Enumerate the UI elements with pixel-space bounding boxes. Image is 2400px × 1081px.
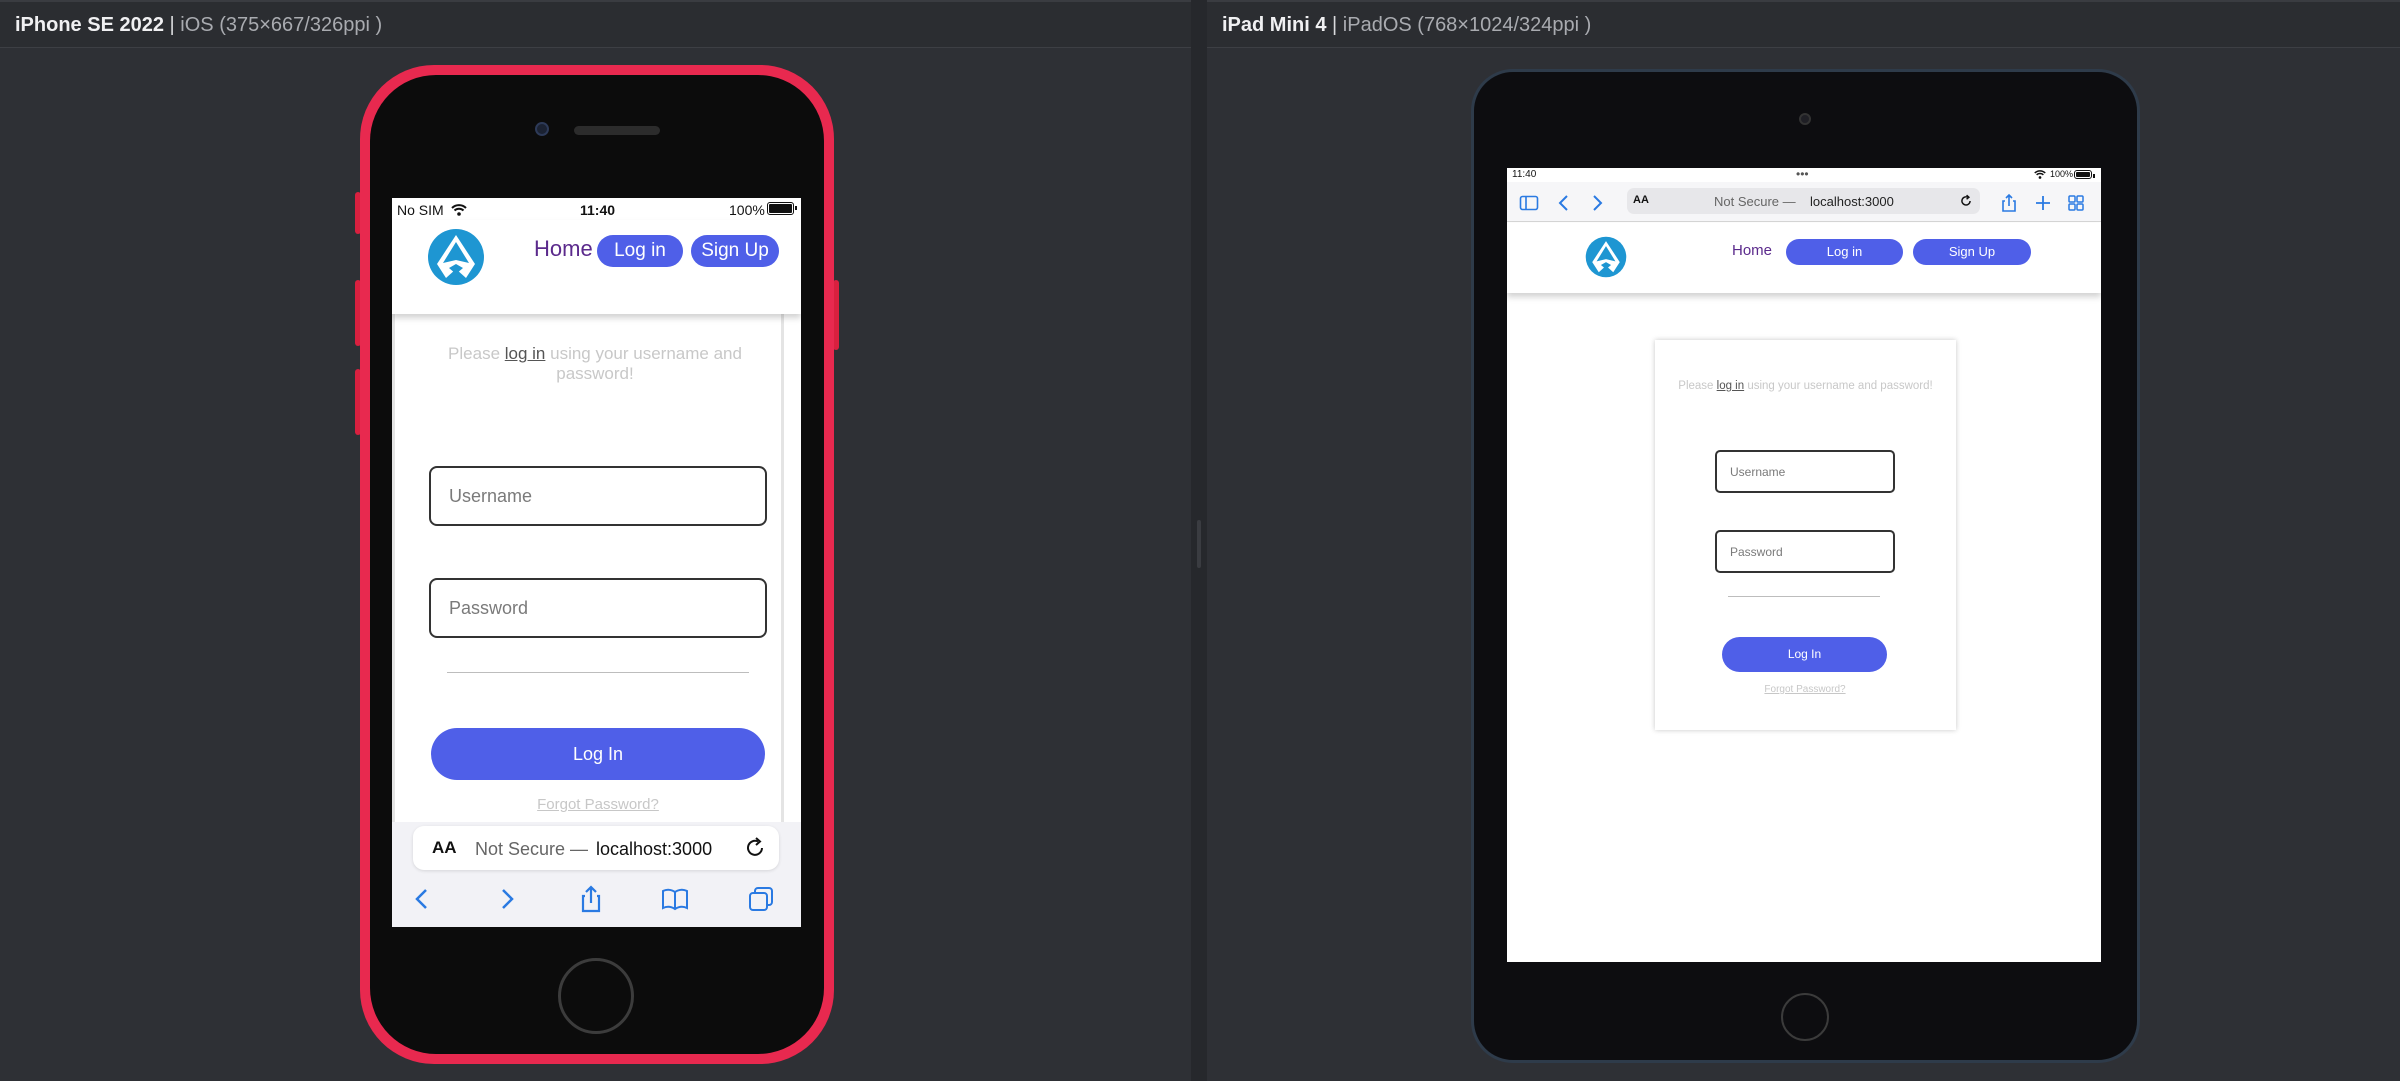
password-field[interactable] [1715,530,1895,573]
login-link[interactable]: log in [505,344,546,363]
share-icon[interactable] [1999,193,2019,213]
device-spec: iOS (375×667/326ppi ) [180,14,383,36]
device-name: iPad Mini 4 [1222,14,1327,36]
front-camera-icon [535,122,549,136]
iphone-panel-title: iPhone SE 2022 | iOS (375×667/326ppi ) [15,14,382,37]
iphone-screen: No SIM 11:40 100% Home Log in Sign Up Pl… [392,198,801,927]
url-host: localhost:3000 [1810,194,1894,209]
username-input[interactable] [431,468,765,524]
home-button[interactable] [558,958,634,1034]
safari-toolbar: AA Not Secure — localhost:3000 [1507,182,2101,222]
safari-bottom-bar: AA Not Secure — localhost:3000 [392,822,801,927]
carrier-label: No SIM [397,202,467,218]
username-field[interactable] [1715,450,1895,493]
title-separator: | [1332,14,1338,36]
device-spec: iPadOS (768×1024/324ppi ) [1342,14,1592,36]
safari-address-bar[interactable]: AA Not Secure — localhost:3000 [413,826,779,870]
password-input[interactable] [1717,532,1893,571]
front-camera-icon [1799,113,1811,125]
status-bar: No SIM 11:40 100% [392,198,801,220]
login-card: Please log in using your username and pa… [1655,340,1956,730]
password-input[interactable] [431,580,765,636]
share-icon[interactable] [576,884,606,914]
url-host: localhost:3000 [596,839,713,859]
login-link[interactable]: log in [1717,380,1745,392]
ipad-panel-header: iPad Mini 4 | iPadOS (768×1024/324ppi ) [1207,0,2400,48]
nav-login-button[interactable]: Log in [597,235,683,267]
login-prompt: Please log in using your username and pa… [1678,380,1933,392]
nav-login-button[interactable]: Log in [1786,239,1903,265]
site-navbar: Home Log in Sign Up [1507,223,2101,293]
logo-icon [1585,236,1627,278]
wifi-icon [450,204,467,216]
divider-grip[interactable] [1197,520,1201,568]
nav-home-link[interactable]: Home [534,236,593,262]
new-tab-icon[interactable] [2033,193,2053,213]
forward-icon[interactable] [492,884,522,914]
login-prompt: Please log in using your username and pa… [448,344,742,383]
logo-icon [428,229,484,285]
reload-icon[interactable] [1959,194,1973,208]
reload-icon[interactable] [743,836,767,860]
sidebar-icon[interactable] [1519,193,1539,213]
not-secure-label: Not Secure — [1714,194,1796,209]
back-icon[interactable] [1554,193,1574,213]
login-card: Please log in using your username and pa… [392,314,784,822]
login-submit-button[interactable]: Log In [1722,637,1887,672]
ipad-screen: 11:40 ••• 100% AA Not Secure — localhost… [1507,168,2101,962]
username-field[interactable] [429,466,767,526]
back-icon[interactable] [407,884,437,914]
bookmarks-icon[interactable] [660,884,690,914]
form-divider [447,672,749,673]
panel-divider[interactable] [1191,0,1207,1081]
nav-signup-button[interactable]: Sign Up [1913,239,2031,265]
not-secure-label: Not Secure — [475,839,589,859]
battery-icon [767,202,797,215]
status-bar: 11:40 ••• 100% [1507,168,2101,182]
iphone-panel-header: iPhone SE 2022 | iOS (375×667/326ppi ) [0,0,1191,48]
nav-signup-button[interactable]: Sign Up [691,235,779,267]
username-input[interactable] [1717,452,1893,491]
site-navbar: Home Log in Sign Up [392,220,801,314]
safari-address-bar[interactable]: AA Not Secure — localhost:3000 [1627,188,1980,214]
earpiece-speaker [574,126,660,135]
home-button[interactable] [1781,993,1829,1041]
tabs-icon[interactable] [746,884,776,914]
clock: 11:40 [580,202,616,218]
ipad-panel-title: iPad Mini 4 | iPadOS (768×1024/324ppi ) [1222,14,1591,37]
nav-home-link[interactable]: Home [1732,242,1772,259]
battery-percent: 100% [2050,169,2074,179]
multitask-dots[interactable]: ••• [1796,168,1809,181]
reader-settings-button[interactable]: AA [1633,194,1649,206]
clock: 11:40 [1512,169,1537,180]
reader-settings-button[interactable]: AA [432,838,457,858]
title-separator: | [169,14,175,36]
forgot-password-link[interactable]: Forgot Password? [498,796,698,813]
device-name: iPhone SE 2022 [15,14,164,36]
battery-icon [2074,170,2095,179]
login-submit-button[interactable]: Log In [431,728,765,780]
form-divider [1728,596,1880,597]
password-field[interactable] [429,578,767,638]
tab-overview-icon[interactable] [2066,193,2086,213]
wifi-icon [2034,170,2046,179]
forgot-password-link[interactable]: Forgot Password? [1745,684,1865,695]
battery-percent: 100% [729,202,765,218]
forward-icon[interactable] [1587,193,1607,213]
